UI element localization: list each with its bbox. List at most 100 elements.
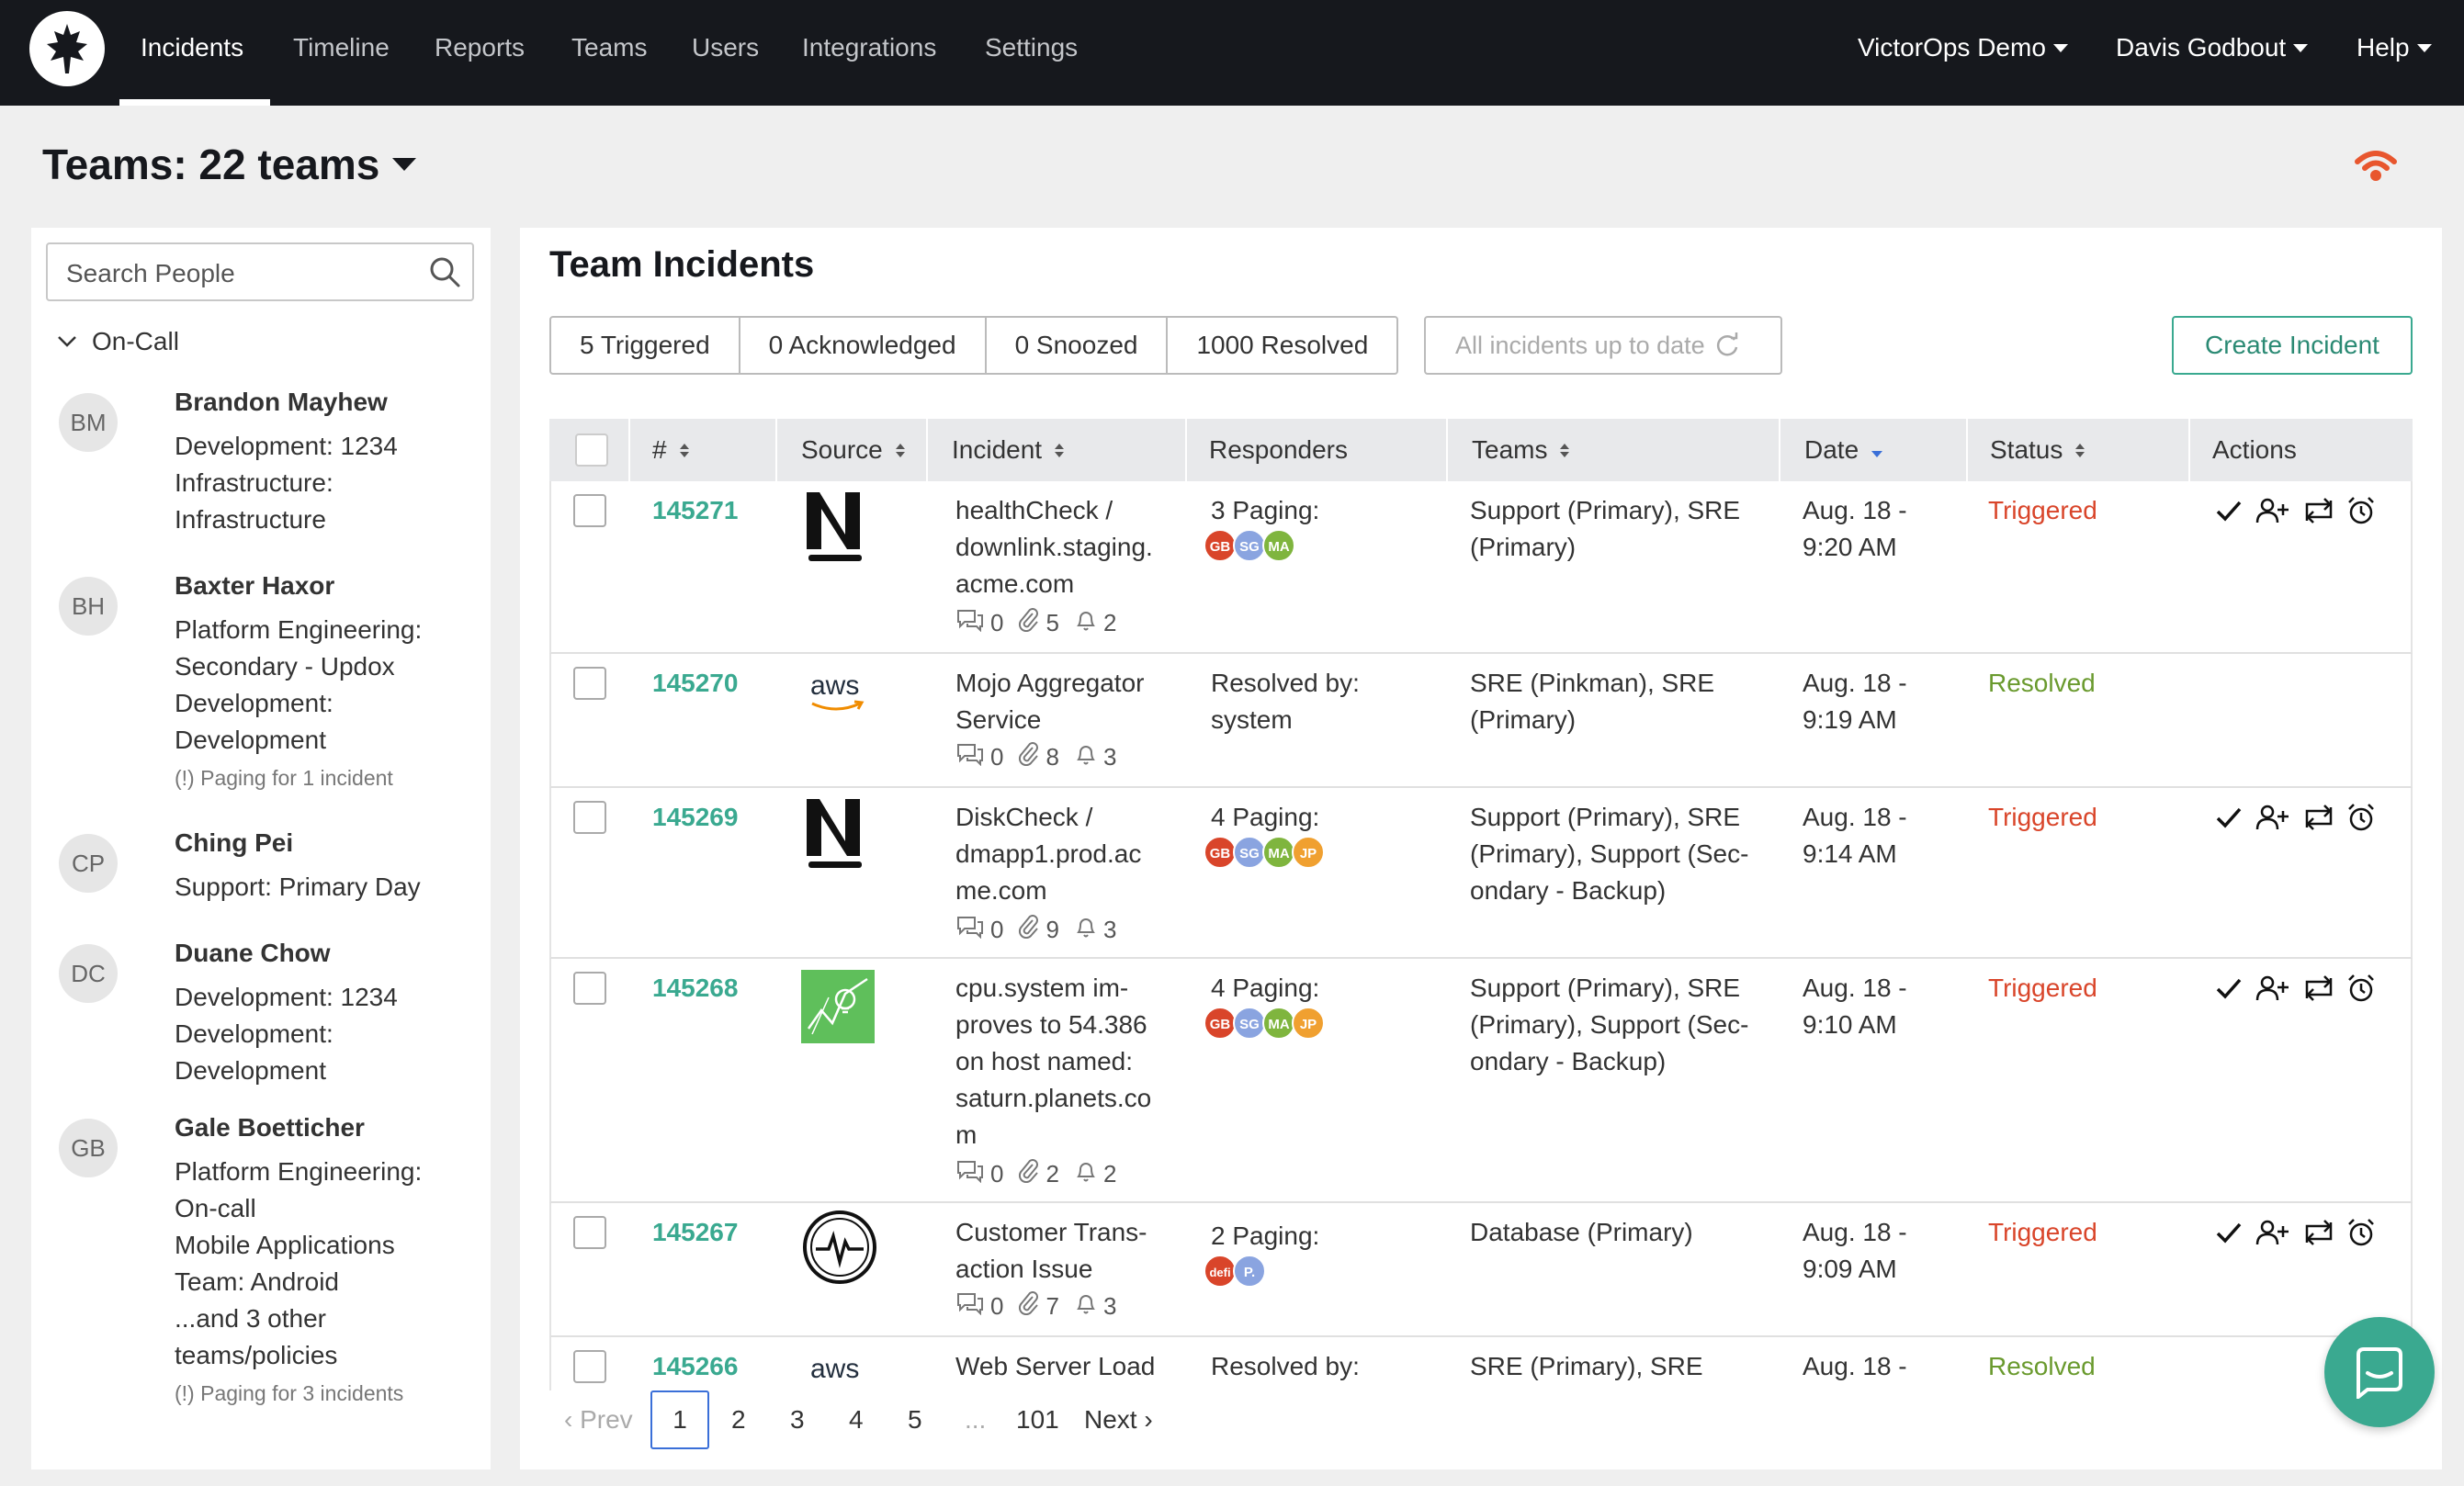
reroute-icon[interactable] [2302, 804, 2335, 836]
acknowledge-icon[interactable] [2214, 1220, 2244, 1250]
avatar[interactable]: defi [1204, 1255, 1237, 1288]
org-menu[interactable]: VictorOps Demo [1858, 0, 2068, 96]
nav-users[interactable]: Users [692, 0, 759, 106]
add-responder-icon[interactable] [2255, 1219, 2291, 1251]
chat-launcher-icon[interactable] [2324, 1317, 2435, 1427]
incident-id-link[interactable]: 145268 [652, 974, 738, 1003]
col-teams[interactable]: Teams [1459, 419, 1570, 481]
next-page-button[interactable]: Next › [1084, 1390, 1153, 1449]
table-row[interactable]: 145269 DiskCheck / dmapp1.prod.ac me.com 0… [549, 788, 2413, 959]
incident-id-link[interactable]: 145267 [652, 1218, 738, 1247]
person-role: Platform Engineering: [175, 615, 423, 644]
col-source[interactable]: Source [788, 419, 905, 481]
table-row[interactable]: 145268 cpu.system im-proves to 54.386 on … [549, 959, 2413, 1203]
person-role: Development: [175, 689, 333, 717]
avatar[interactable]: MA [1262, 529, 1295, 562]
incident-id-link[interactable]: 145269 [652, 803, 738, 832]
acknowledge-icon[interactable] [2214, 498, 2244, 528]
search-icon[interactable] [428, 255, 461, 293]
avatar[interactable]: MA [1262, 836, 1295, 869]
incident-id-link[interactable]: 145266 [652, 1352, 738, 1381]
nav-timeline[interactable]: Timeline [293, 0, 390, 106]
row-checkbox[interactable] [573, 1350, 606, 1383]
chevron-down-icon [2052, 43, 2068, 52]
incident-counts: 0 5 2 [955, 608, 1116, 638]
select-all-checkbox[interactable] [575, 433, 608, 467]
acknowledge-icon[interactable] [2214, 805, 2244, 835]
nav-reports[interactable]: Reports [435, 0, 525, 106]
prev-page-button[interactable]: ‹ Prev [564, 1390, 633, 1449]
page-5[interactable]: 5 [908, 1390, 922, 1449]
incident-description[interactable]: healthCheck / downlink.staging. acme.com [955, 492, 1176, 602]
add-responder-icon[interactable] [2255, 804, 2291, 836]
reroute-icon[interactable] [2302, 497, 2335, 529]
col-incident[interactable]: Incident [939, 419, 1065, 481]
page-2[interactable]: 2 [731, 1390, 746, 1449]
avatar[interactable]: MA [1262, 1007, 1295, 1040]
nav-teams[interactable]: Teams [571, 0, 647, 106]
table-row[interactable]: 145267 Customer Trans-action Issue 0 7 3… [549, 1203, 2413, 1337]
filter-triggered[interactable]: 5 Triggered [551, 318, 740, 373]
avatar[interactable]: GB [1204, 836, 1237, 869]
avatar[interactable]: GB [1204, 1007, 1237, 1040]
comment-count: 0 [990, 743, 1004, 771]
incident-id-link[interactable]: 145270 [652, 669, 738, 698]
reroute-icon[interactable] [2302, 1219, 2335, 1251]
comment-icon [955, 1159, 985, 1189]
victorops-logo-icon[interactable] [29, 11, 105, 86]
filter-acknowledged[interactable]: 0 Acknowledged [740, 318, 987, 373]
add-responder-icon[interactable] [2255, 974, 2291, 1007]
refresh-button[interactable]: All incidents up to date [1424, 316, 1782, 375]
col-id[interactable]: # [639, 419, 689, 481]
page-1[interactable]: 1 [650, 1390, 709, 1449]
table-row[interactable]: 145270 aws Mojo Aggregator Service 0 8 3 … [549, 654, 2413, 788]
col-date[interactable]: Date [1791, 419, 1883, 481]
page-3[interactable]: 3 [790, 1390, 805, 1449]
avatar[interactable]: SG [1233, 836, 1266, 869]
incident-id-link[interactable]: 145271 [652, 496, 738, 525]
create-incident-button[interactable]: Create Incident [2172, 316, 2413, 375]
add-responder-icon[interactable] [2255, 497, 2291, 529]
teams-selector[interactable]: Teams: 22 teams [42, 140, 417, 189]
snooze-icon[interactable] [2346, 1218, 2376, 1252]
acknowledge-icon[interactable] [2214, 975, 2244, 1006]
nav-settings[interactable]: Settings [985, 0, 1078, 106]
table-row[interactable]: 145271 healthCheck / downlink.staging. acm… [549, 481, 2413, 654]
reroute-icon[interactable] [2302, 974, 2335, 1007]
avatar[interactable]: JP [1292, 836, 1325, 869]
nav-incidents[interactable]: Incidents [141, 0, 243, 106]
snooze-icon[interactable] [2346, 496, 2376, 530]
filter-resolved[interactable]: 1000 Resolved [1168, 318, 1396, 373]
filter-snoozed[interactable]: 0 Snoozed [987, 318, 1169, 373]
attachment-count: 7 [1046, 1292, 1059, 1320]
avatar[interactable]: SG [1233, 1007, 1266, 1040]
snooze-icon[interactable] [2346, 803, 2376, 837]
nav-integrations[interactable]: Integrations [802, 0, 936, 106]
avatar[interactable]: P. [1233, 1255, 1266, 1288]
incident-description[interactable]: Customer Trans-action Issue [955, 1214, 1176, 1288]
row-checkbox[interactable] [573, 972, 606, 1005]
avatar[interactable]: JP [1292, 1007, 1325, 1040]
incident-description[interactable]: Web Server Load [955, 1348, 1176, 1385]
page-4[interactable]: 4 [849, 1390, 864, 1449]
row-actions [2214, 803, 2376, 837]
search-placeholder: Search People [66, 259, 235, 287]
snooze-icon[interactable] [2346, 974, 2376, 1008]
avatar[interactable]: SG [1233, 529, 1266, 562]
row-checkbox[interactable] [573, 494, 606, 527]
incident-description[interactable]: DiskCheck / dmapp1.prod.ac me.com [955, 799, 1176, 909]
row-checkbox[interactable] [573, 1216, 606, 1249]
search-people-input[interactable]: Search People [46, 242, 474, 301]
table-row[interactable]: 145266 aws Web Server Load Resolved by: … [549, 1337, 2413, 1390]
avatar[interactable]: GB [1204, 529, 1237, 562]
on-call-toggle[interactable]: On-Call [57, 327, 179, 356]
row-checkbox[interactable] [573, 667, 606, 700]
row-checkbox[interactable] [573, 801, 606, 834]
incident-filter-group: 5 Triggered 0 Acknowledged 0 Snoozed 100… [549, 316, 1399, 375]
incident-description[interactable]: Mojo Aggregator Service [955, 665, 1176, 738]
page-101[interactable]: 101 [1016, 1390, 1059, 1449]
col-status[interactable]: Status [1977, 419, 2085, 481]
user-menu[interactable]: Davis Godbout [2116, 0, 2309, 96]
help-menu[interactable]: Help [2357, 0, 2432, 96]
incident-description[interactable]: cpu.system im-proves to 54.386 on host na… [955, 970, 1176, 1154]
